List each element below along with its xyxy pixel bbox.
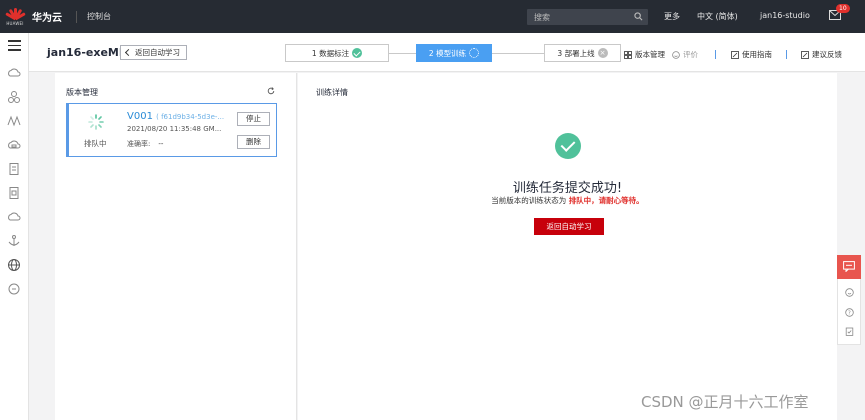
user-guide-label: 使用指南 — [742, 50, 772, 59]
version-panel-title: 版本管理 — [66, 88, 98, 97]
status-prefix: 当前版本的训练状态为 — [491, 196, 567, 205]
top-nav-bar: HUAWEI 华为云 控制台 搜索 更多 中文 (简体) jan16-studi… — [0, 0, 865, 33]
project-header: jan16-exeML 返回自动学习 1 数据标注 2 模型训练 3 部署上线 … — [29, 33, 865, 72]
status-highlight: 排队中，请耐心等待。 — [568, 196, 644, 205]
chat-icon — [843, 261, 855, 272]
training-status-message: 当前版本的训练状态为 排队中，请耐心等待。 — [298, 195, 837, 206]
smiley-icon — [672, 50, 680, 59]
step-connector — [492, 53, 544, 54]
step-label: 2 模型训练 — [428, 48, 467, 58]
chat-button[interactable] — [837, 255, 861, 279]
version-manage-label: 版本管理 — [635, 50, 665, 59]
stop-button[interactable]: 停止 — [237, 112, 270, 126]
document-icon[interactable] — [7, 162, 21, 176]
svg-text:?: ? — [848, 311, 851, 317]
huawei-logo-icon — [5, 7, 26, 21]
version-accuracy: 准确率: -- — [127, 139, 163, 149]
version-status: 排队中 — [84, 139, 107, 148]
version-name: V001 ( f61d9b34-5d3e-... — [127, 111, 224, 122]
accuracy-label: 准确率: — [127, 140, 151, 148]
version-date: 2021/08/20 11:35:48 GM... — [127, 125, 222, 133]
watermark: CSDN @正月十六工作室 — [641, 393, 809, 411]
cluster-icon[interactable] — [7, 90, 21, 104]
version-number: V001 — [127, 111, 153, 122]
check-circle-icon — [352, 48, 363, 58]
network-icon[interactable] — [7, 114, 21, 128]
logo-text: HUAWEI — [6, 21, 24, 26]
version-panel: 版本管理 排队中 V001 ( f61d9b34-5d3e-... 2021/0… — [55, 73, 297, 420]
feedback-edit-icon — [801, 50, 809, 59]
more-menu[interactable]: 更多 — [664, 11, 680, 22]
step-data-labeling[interactable]: 1 数据标注 — [285, 44, 389, 62]
rate-link[interactable]: 评价 — [672, 49, 698, 60]
language-selector[interactable]: 中文 (简体) — [697, 11, 738, 22]
grid-icon — [624, 50, 632, 59]
brand-name[interactable]: 华为云 — [32, 9, 62, 24]
back-button-label: 返回自动学习 — [135, 48, 180, 57]
chevron-left-icon — [124, 48, 133, 57]
success-headline: 训练任务提交成功! — [512, 181, 623, 196]
file-icon[interactable] — [7, 186, 21, 200]
user-menu[interactable]: jan16-studio — [760, 11, 810, 20]
edit-icon — [731, 50, 739, 59]
floating-toolbar: ? — [837, 255, 861, 345]
cloud-storage-icon[interactable] — [7, 138, 21, 152]
refresh-icon[interactable] — [267, 87, 275, 95]
search-input[interactable]: 搜索 — [527, 9, 648, 25]
user-guide-link[interactable]: 使用指南 — [731, 49, 772, 60]
training-detail-title: 训练详情 — [316, 88, 348, 97]
step-connector — [389, 53, 416, 54]
anchor-icon[interactable] — [7, 234, 21, 248]
help-icon[interactable]: ? — [845, 308, 854, 317]
step-deploy[interactable]: 3 部署上线 × — [544, 44, 621, 62]
smiley-icon[interactable] — [845, 288, 854, 297]
loading-spinner-icon — [88, 114, 104, 130]
rate-label: 评价 — [683, 50, 698, 59]
loading-icon — [469, 48, 480, 58]
menu-icon[interactable] — [8, 40, 21, 54]
chat-bubble-icon[interactable] — [7, 282, 21, 296]
delete-button[interactable]: 删除 — [237, 135, 270, 149]
cloud-icon[interactable] — [7, 66, 21, 80]
search-placeholder: 搜索 — [534, 12, 550, 22]
back-to-automl-button[interactable]: 返回自动学习 — [120, 45, 187, 60]
step-label: 3 部署上线 — [557, 48, 595, 58]
return-to-automl-button[interactable]: 返回自动学习 — [534, 218, 604, 235]
feedback-link[interactable]: 建议反馈 — [801, 49, 842, 60]
step-model-training[interactable]: 2 模型训练 — [416, 44, 492, 62]
version-id: ( f61d9b34-5d3e-... — [156, 113, 225, 121]
feedback-label: 建议反馈 — [812, 50, 842, 59]
divider — [786, 50, 787, 59]
training-detail-panel: 训练详情 训练任务提交成功! 当前版本的训练状态为 排队中，请耐心等待。 返回自… — [298, 73, 837, 420]
check-circle-icon — [555, 133, 581, 159]
cloud-outline-icon[interactable] — [7, 210, 21, 224]
step-label: 1 数据标注 — [311, 48, 350, 58]
divider — [76, 10, 77, 23]
version-card[interactable]: 排队中 V001 ( f61d9b34-5d3e-... 2021/08/20 … — [66, 103, 277, 157]
close-circle-icon: × — [597, 48, 608, 58]
huawei-logo[interactable]: HUAWEI — [0, 0, 30, 33]
console-link[interactable]: 控制台 — [87, 11, 111, 22]
service-sidebar — [0, 33, 29, 420]
divider — [715, 50, 716, 59]
globe-icon[interactable] — [7, 258, 21, 272]
accuracy-value: -- — [158, 140, 164, 148]
version-manage-link[interactable]: 版本管理 — [624, 49, 665, 60]
search-icon[interactable] — [634, 12, 643, 21]
clipboard-icon[interactable] — [845, 327, 854, 336]
notification-badge: 10 — [836, 4, 850, 13]
project-title: jan16-exeML — [47, 46, 126, 59]
